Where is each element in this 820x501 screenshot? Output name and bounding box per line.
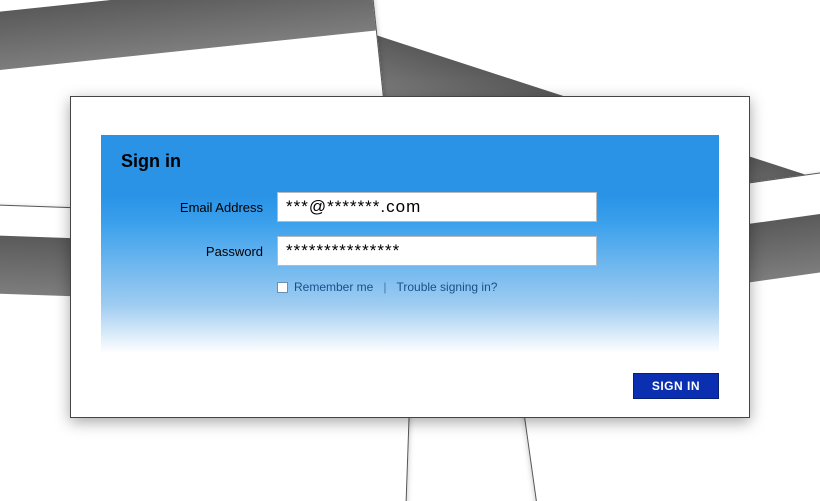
signin-panel: Sign in Email Address Password Remember …: [101, 135, 719, 353]
password-field[interactable]: [277, 236, 597, 266]
email-label: Email Address: [121, 200, 277, 215]
options-row: Remember me | Trouble signing in?: [277, 280, 699, 294]
signin-title: Sign in: [121, 151, 699, 172]
password-label: Password: [121, 244, 277, 259]
password-row: Password: [121, 236, 699, 266]
signin-button[interactable]: SIGN IN: [633, 373, 719, 399]
remember-label: Remember me: [294, 280, 373, 294]
remember-checkbox[interactable]: [277, 282, 288, 293]
email-row: Email Address: [121, 192, 699, 222]
options-divider: |: [383, 280, 386, 294]
email-field[interactable]: [277, 192, 597, 222]
trouble-link[interactable]: Trouble signing in?: [396, 280, 497, 294]
signin-card: Sign in Email Address Password Remember …: [70, 96, 750, 418]
